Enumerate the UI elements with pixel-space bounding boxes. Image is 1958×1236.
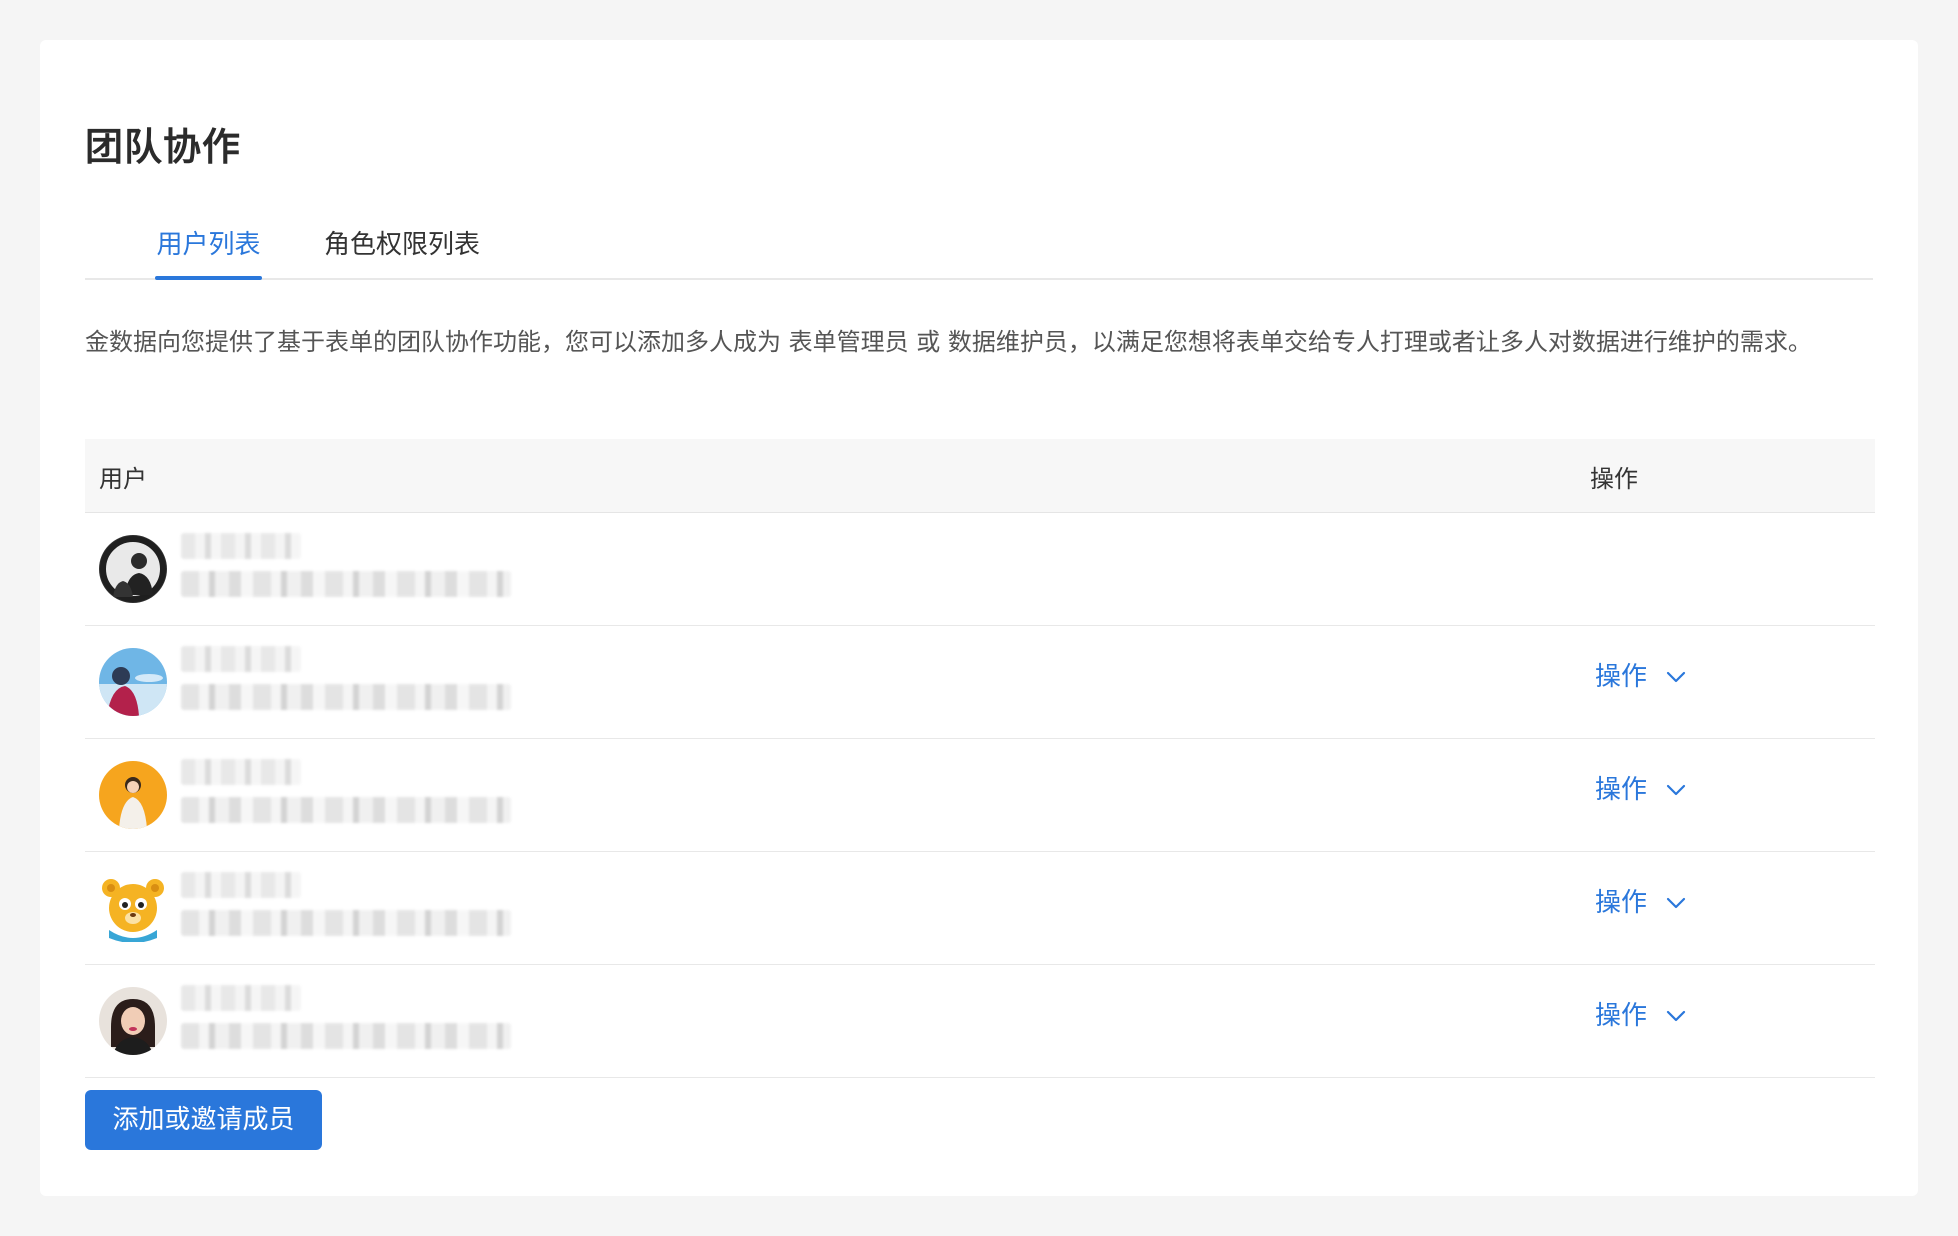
table-row: 操作: [85, 626, 1875, 739]
user-table: 用户 操作 操作 操作 操作 操作: [85, 439, 1875, 1078]
row-action-dropdown[interactable]: 操作: [1595, 1003, 1687, 1029]
user-email-redacted: [181, 1023, 511, 1049]
row-action-dropdown[interactable]: 操作: [1595, 664, 1687, 690]
user-name-redacted: [181, 985, 301, 1011]
user-name-redacted: [181, 759, 301, 785]
tab-role-permissions[interactable]: 角色权限列表: [322, 228, 482, 278]
column-header-action: 操作: [1590, 465, 1638, 493]
main-card: 团队协作 用户列表 角色权限列表 金数据向您提供了基于表单的团队协作功能，您可以…: [40, 40, 1918, 1196]
user-info: [181, 985, 511, 1049]
table-row: 操作: [85, 852, 1875, 965]
page-title: 团队协作: [85, 125, 242, 169]
row-action-label: 操作: [1595, 662, 1648, 692]
user-email-redacted: [181, 684, 511, 710]
table-row: 操作: [85, 739, 1875, 852]
chevron-down-icon: [1666, 897, 1686, 909]
user-name-redacted: [181, 646, 301, 672]
add-invite-member-button[interactable]: 添加或邀请成员: [85, 1090, 322, 1150]
bear-avatar: [99, 874, 167, 942]
chevron-down-icon: [1666, 671, 1686, 683]
chevron-down-icon: [1666, 1010, 1686, 1022]
portrait-woman-avatar: [99, 987, 167, 1055]
row-action-label: 操作: [1595, 1001, 1648, 1031]
tab-bar: 用户列表 角色权限列表: [85, 228, 1873, 280]
portrait-man-avatar: [99, 535, 167, 603]
table-header: 用户 操作: [85, 439, 1875, 513]
row-action-label: 操作: [1595, 775, 1648, 805]
chevron-down-icon: [1666, 784, 1686, 796]
user-info: [181, 759, 511, 823]
feature-description: 金数据向您提供了基于表单的团队协作功能，您可以添加多人成为 表单管理员 或 数据…: [85, 328, 1812, 356]
user-email-redacted: [181, 797, 511, 823]
user-name-redacted: [181, 872, 301, 898]
column-header-user: 用户: [99, 465, 147, 493]
portrait-sky-avatar: [99, 648, 167, 716]
user-info: [181, 533, 511, 597]
row-action-dropdown[interactable]: 操作: [1595, 890, 1687, 916]
tab-user-list[interactable]: 用户列表: [155, 228, 262, 280]
row-action-label: 操作: [1595, 888, 1648, 918]
user-info: [181, 872, 511, 936]
user-email-redacted: [181, 910, 511, 936]
table-row: [85, 513, 1875, 626]
user-info: [181, 646, 511, 710]
portrait-woman-orange-avatar: [99, 761, 167, 829]
row-action-dropdown[interactable]: 操作: [1595, 777, 1687, 803]
user-email-redacted: [181, 571, 511, 597]
user-name-redacted: [181, 533, 301, 559]
table-row: 操作: [85, 965, 1875, 1078]
